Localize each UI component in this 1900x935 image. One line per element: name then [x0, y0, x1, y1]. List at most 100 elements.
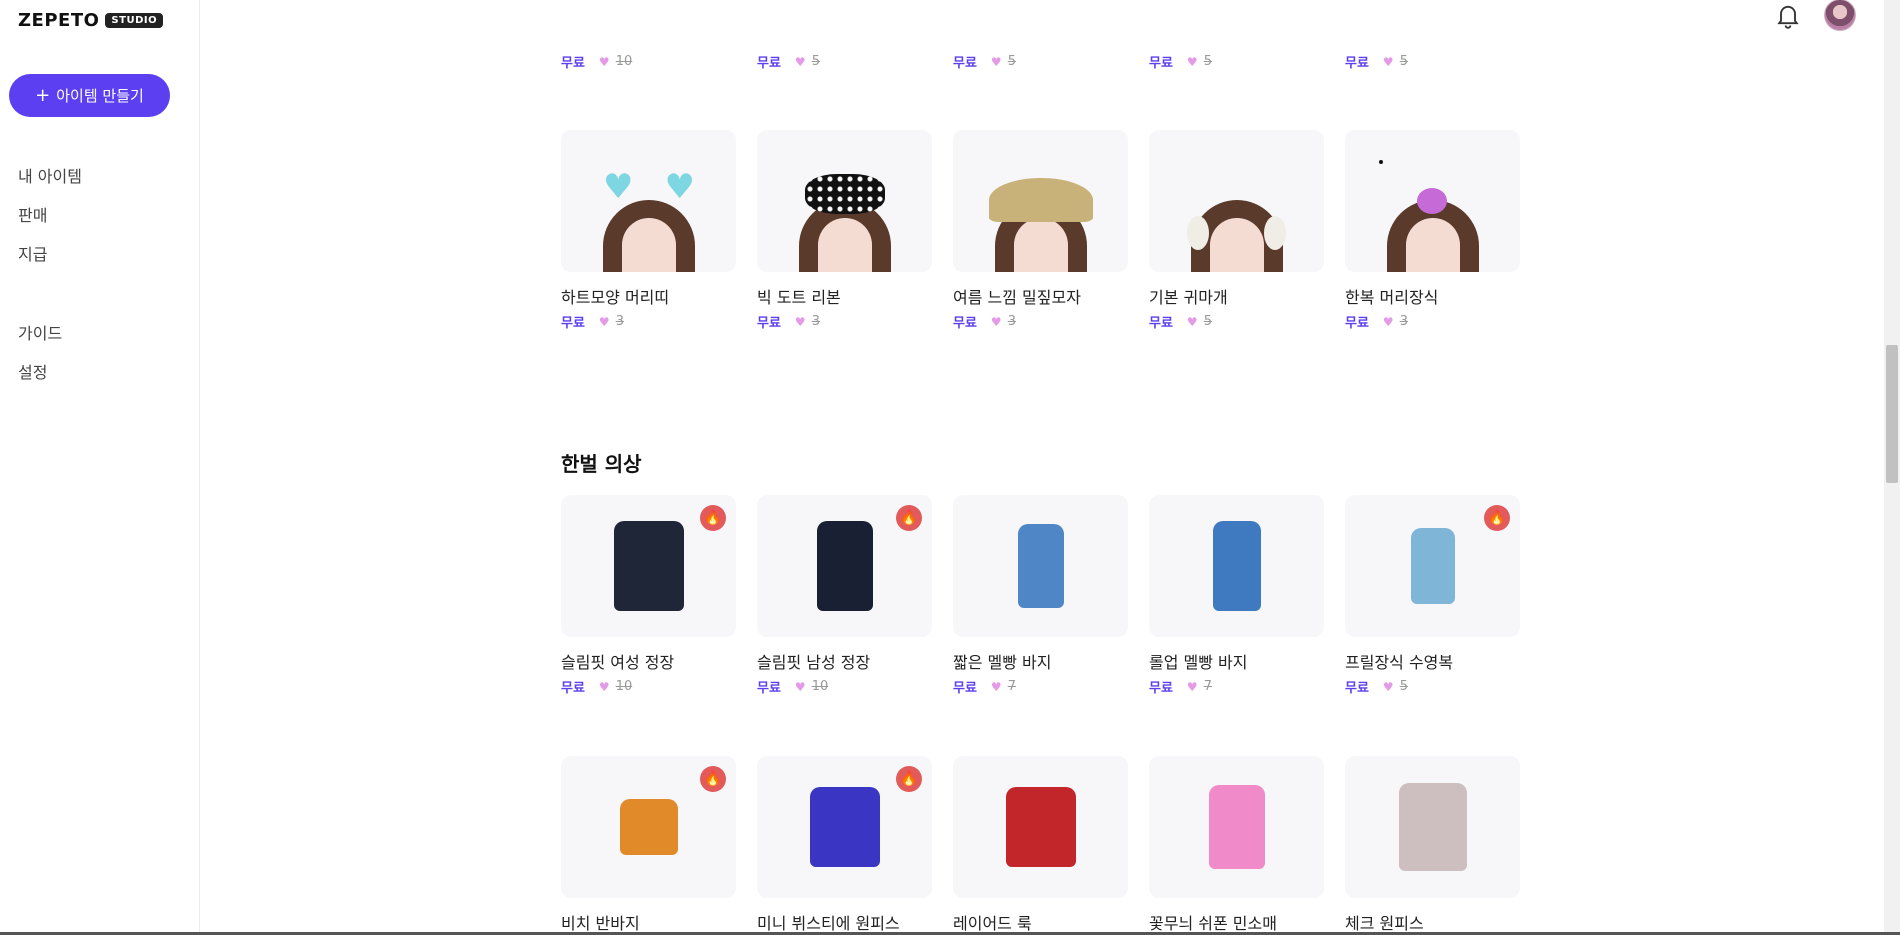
item-name: 짧은 멜빵 바지 [953, 653, 1052, 672]
price-line: 무료 ♥ 10 [561, 52, 736, 71]
original-price: 10 [615, 679, 633, 694]
scrollbar[interactable] [1884, 0, 1900, 935]
gem-icon: ♥ [1382, 314, 1394, 329]
item-thumbnail[interactable] [953, 495, 1128, 637]
face-shape [1013, 218, 1068, 272]
partial-row: 무료 ♥ 10 무료 ♥ 5 무료 ♥ 5 무료 ♥ 5 무료 ♥ 5 [561, 52, 1520, 71]
free-label: 무료 [953, 316, 977, 331]
item-thumbnail[interactable] [1345, 756, 1520, 898]
original-price: 3 [811, 314, 820, 329]
item-card[interactable]: 한복 머리장식 무료 ♥ 3 [1345, 130, 1520, 331]
item-name: 슬림핏 여성 정장 [561, 653, 675, 672]
dot-ribbon-icon [805, 174, 885, 214]
face-shape [817, 218, 872, 272]
gem-icon: ♥ [1382, 679, 1394, 694]
item-thumbnail[interactable]: 🔥 [757, 756, 932, 898]
price-line: 무료 ♥ 5 [757, 52, 932, 71]
item-card[interactable]: 롤업 멜빵 바지 무료 ♥ 7 [1149, 495, 1324, 696]
face-shape [1209, 218, 1264, 272]
fire-icon: 🔥 [896, 505, 922, 531]
gem-icon: ♥ [1186, 314, 1198, 329]
fire-icon: 🔥 [1484, 505, 1510, 531]
accessory-row: ♥ ♥ 하트모양 머리띠 무료 ♥ 3 빅 도트 리본 무료 ♥ 3 여름 느낌 밀짚모… [561, 130, 1520, 331]
item-name: 꽃무늬 쉬폰 민소매 [1149, 914, 1277, 932]
outfit-icon [1212, 521, 1261, 611]
gem-icon: ♥ [1382, 54, 1394, 69]
outfit-icon [1410, 528, 1455, 604]
nav-item-guide[interactable]: 가이드 [18, 314, 62, 353]
nav-item-payout[interactable]: 지급 [18, 235, 82, 274]
free-label: 무료 [561, 56, 585, 71]
item-name: 한복 머리장식 [1345, 288, 1439, 307]
item-card[interactable]: 꽃무늬 쉬폰 민소매 [1149, 756, 1324, 932]
item-card[interactable]: 🔥 슬림핏 여성 정장 무료 ♥ 10 [561, 495, 736, 696]
original-price: 10 [615, 54, 633, 69]
face-shape [1405, 218, 1460, 272]
nav-group-main: 내 아이템 판매 지급 [18, 157, 82, 274]
item-thumbnail[interactable]: 🔥 [561, 495, 736, 637]
free-label: 무료 [757, 681, 781, 696]
nav-item-sales[interactable]: 판매 [18, 196, 82, 235]
price-line: 무료 ♥ 3 [1345, 312, 1520, 331]
item-card[interactable]: 짧은 멜빵 바지 무료 ♥ 7 [953, 495, 1128, 696]
nav-item-my-items[interactable]: 내 아이템 [18, 157, 82, 196]
item-thumbnail[interactable]: 🔥 [561, 756, 736, 898]
item-card[interactable]: 🔥 비치 반바지 [561, 756, 736, 932]
item-thumbnail[interactable] [953, 756, 1128, 898]
logo[interactable]: ZEPETO STUDIO [18, 10, 164, 31]
main-content: 무료 ♥ 10 무료 ♥ 5 무료 ♥ 5 무료 ♥ 5 무료 ♥ 5 ♥ ♥ 하트모양 머리띠 무… [0, 0, 1884, 932]
outfit-icon [816, 521, 873, 611]
create-item-button[interactable]: + 아이템 만들기 [9, 74, 170, 117]
section-title: 한벌 의상 [561, 452, 642, 476]
free-label: 무료 [953, 681, 977, 696]
item-card[interactable]: ♥ ♥ 하트모양 머리띠 무료 ♥ 3 [561, 130, 736, 331]
item-thumbnail[interactable]: ♥ ♥ [561, 130, 736, 272]
item-card[interactable]: 기본 귀마개 무료 ♥ 5 [1149, 130, 1324, 331]
outfit-icon [809, 787, 880, 867]
outfit-icon [1017, 524, 1064, 608]
item-card[interactable]: 레이어드 룩 [953, 756, 1128, 932]
original-price: 3 [615, 314, 624, 329]
gem-icon: ♥ [990, 54, 1002, 69]
item-name: 롤업 멜빵 바지 [1149, 653, 1248, 672]
item-name: 슬림핏 남성 정장 [757, 653, 871, 672]
price-line: 무료 ♥ 3 [561, 312, 736, 331]
item-card[interactable]: 빅 도트 리본 무료 ♥ 3 [757, 130, 932, 331]
price-line: 무료 ♥ 5 [953, 52, 1128, 71]
header-actions [1774, 0, 1856, 31]
price-line: 무료 ♥ 10 [561, 677, 736, 696]
avatar[interactable] [1824, 0, 1856, 31]
item-name: 비치 반바지 [561, 914, 640, 932]
scrollbar-thumb[interactable] [1886, 345, 1898, 483]
item-thumbnail[interactable]: 🔥 [1345, 495, 1520, 637]
free-label: 무료 [561, 681, 585, 696]
gem-icon: ♥ [1186, 679, 1198, 694]
free-label: 무료 [1149, 681, 1173, 696]
item-thumbnail[interactable]: 🔥 [757, 495, 932, 637]
item-thumbnail[interactable] [1345, 130, 1520, 272]
item-card[interactable]: 🔥 미니 뷔스티에 원피스 [757, 756, 932, 932]
original-price: 5 [1203, 314, 1212, 329]
item-card[interactable]: 🔥 프릴장식 수영복 무료 ♥ 5 [1345, 495, 1520, 696]
heart-headband-icon: ♥ ♥ [603, 167, 695, 207]
nav-item-settings[interactable]: 설정 [18, 353, 62, 392]
original-price: 3 [1007, 314, 1016, 329]
item-thumbnail[interactable] [757, 130, 932, 272]
original-price: 7 [1203, 679, 1212, 694]
price-line: 무료 ♥ 7 [1149, 677, 1324, 696]
outfit-icon [613, 521, 684, 611]
gem-icon: ♥ [794, 54, 806, 69]
free-label: 무료 [1345, 681, 1369, 696]
price-line: 무료 ♥ 3 [757, 312, 932, 331]
item-thumbnail[interactable] [1149, 756, 1324, 898]
item-card[interactable]: 🔥 슬림핏 남성 정장 무료 ♥ 10 [757, 495, 932, 696]
item-thumbnail[interactable] [1149, 130, 1324, 272]
item-thumbnail[interactable] [1149, 495, 1324, 637]
item-thumbnail[interactable] [953, 130, 1128, 272]
free-label: 무료 [561, 316, 585, 331]
item-card[interactable]: 체크 원피스 [1345, 756, 1520, 932]
item-card[interactable]: 여름 느낌 밀짚모자 무료 ♥ 3 [953, 130, 1128, 331]
item-name: 하트모양 머리띠 [561, 288, 670, 307]
bell-icon[interactable] [1774, 1, 1802, 29]
item-name: 레이어드 룩 [953, 914, 1032, 932]
